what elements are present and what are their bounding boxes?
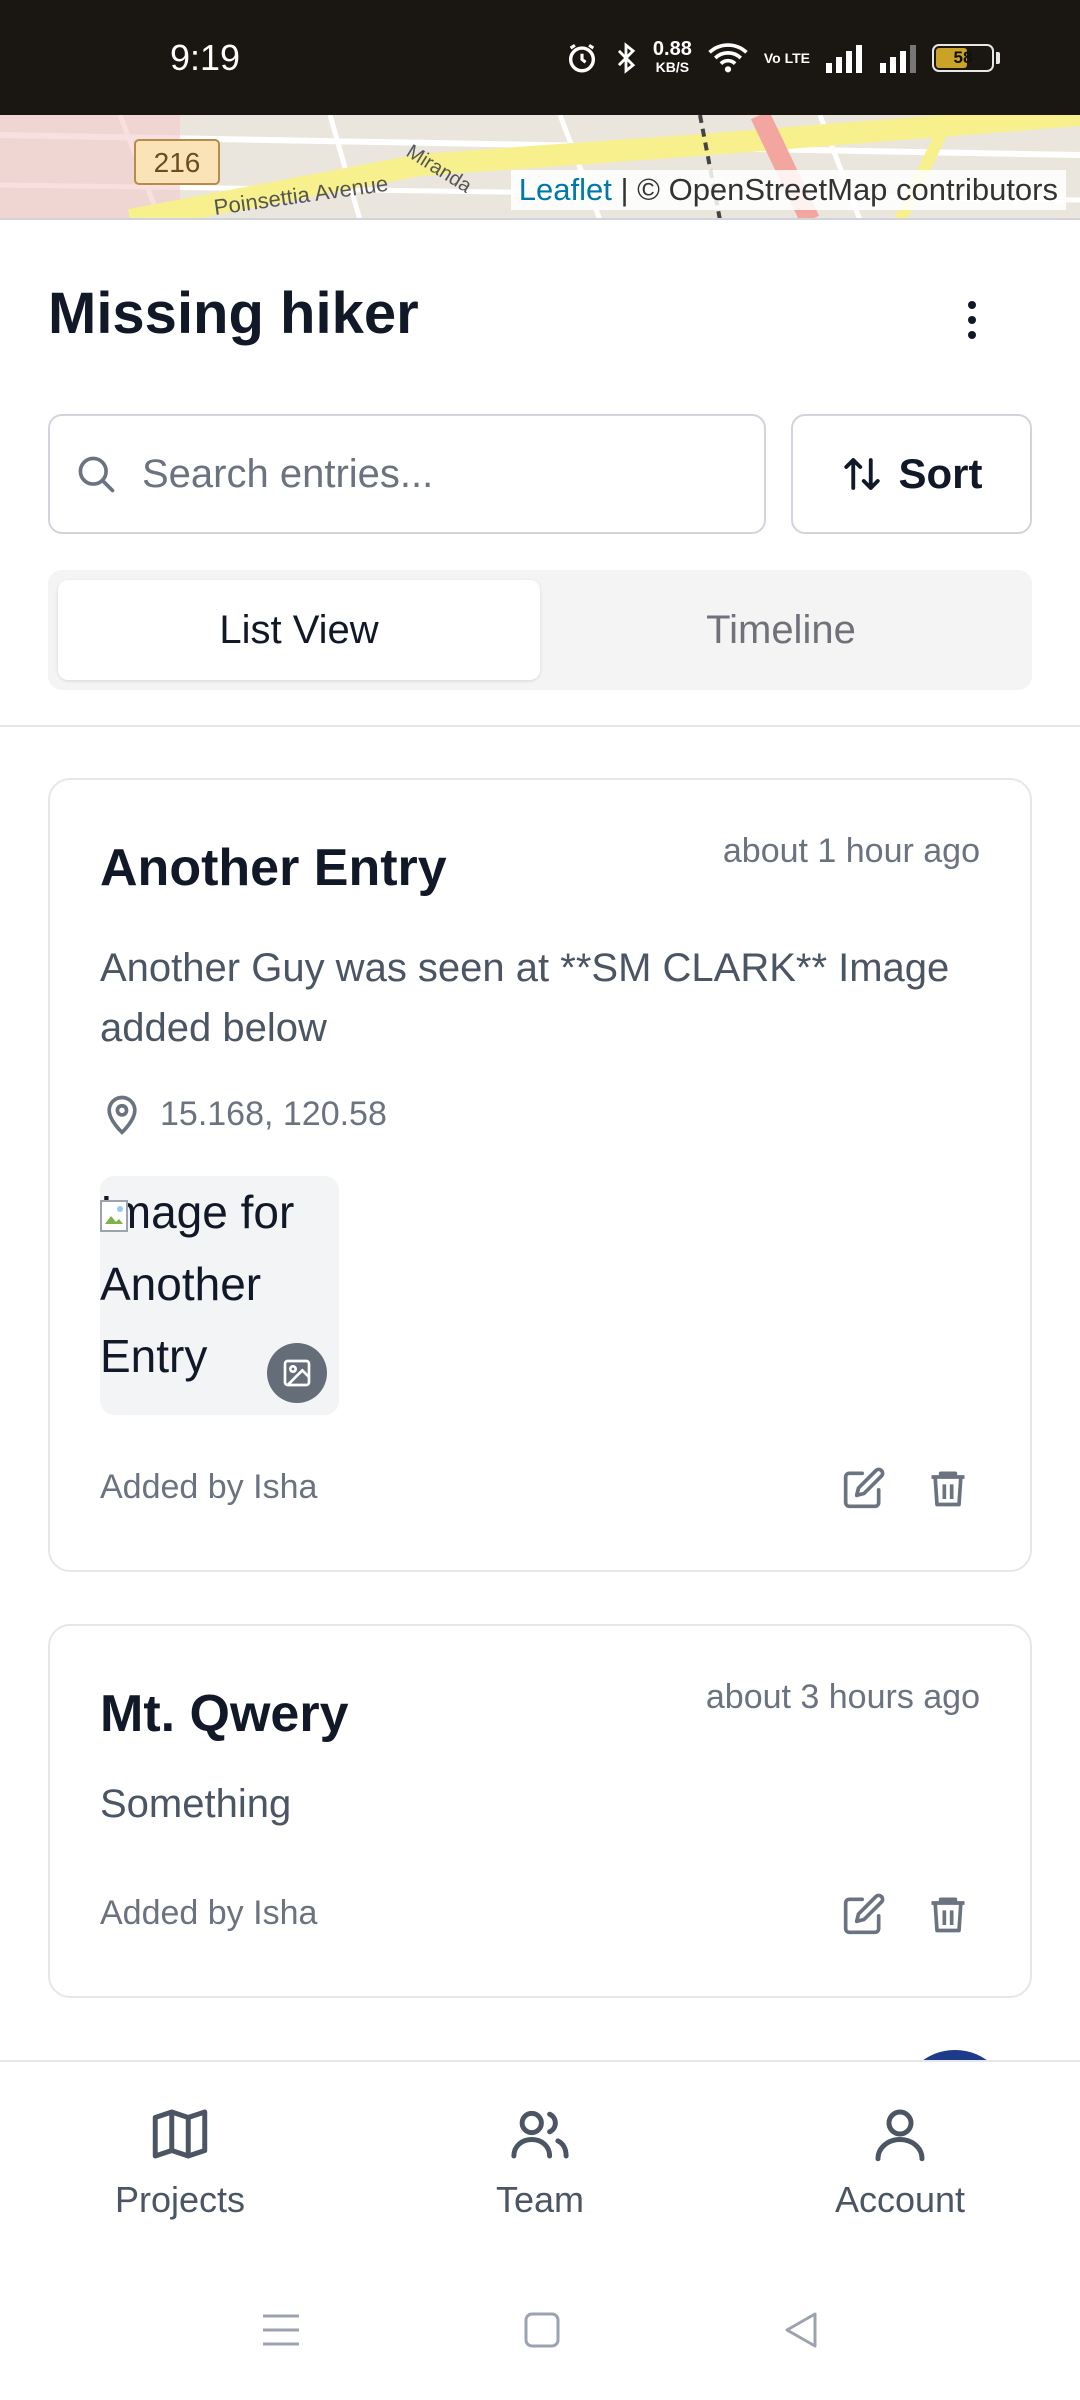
entry-title: Mt. Qwery	[100, 1685, 349, 1743]
entry-actions	[842, 1892, 970, 1936]
status-icons: 0.88 KB/S Vo LTE 58	[565, 37, 1000, 76]
volte-indicator: Vo LTE	[763, 49, 810, 66]
nav-item-account[interactable]: Account	[720, 2062, 1080, 2260]
signal-icon	[878, 43, 918, 73]
nav-label: Projects	[114, 2179, 246, 2220]
status-time: 9:19	[170, 36, 241, 78]
back-icon[interactable]	[781, 2310, 821, 2350]
system-navigation	[0, 2260, 1080, 2400]
status-bar: 9:19 0.88 KB/S Vo LTE 58	[0, 0, 1080, 115]
battery-nub	[996, 51, 1000, 64]
app-screen: 9:19 0.88 KB/S Vo LTE 58 216 Poinsettia …	[0, 0, 1080, 2400]
entry-actions	[842, 1466, 970, 1510]
trash-icon[interactable]	[926, 1892, 970, 1936]
nav-item-team[interactable]: Team	[360, 2062, 720, 2260]
entry-card[interactable]: Another Entry about 1 hour ago Another G…	[48, 778, 1032, 1572]
divider	[0, 725, 1080, 727]
entry-title: Another Entry	[100, 839, 447, 897]
network-speed-value: 0.88	[652, 37, 692, 60]
trash-icon[interactable]	[926, 1466, 970, 1510]
entry-timestamp: about 3 hours ago	[705, 1678, 980, 1716]
entry-coordinates: 15.168, 120.58	[160, 1094, 387, 1133]
entry-description: Another Guy was seen at **SM CLARK** Ima…	[100, 946, 950, 1050]
leaflet-link[interactable]: Leaflet	[519, 172, 612, 207]
user-icon	[875, 2109, 925, 2162]
image-icon	[267, 1343, 327, 1403]
signal-icon	[824, 43, 864, 73]
map-view[interactable]: 216 Poinsettia Avenue Miranda Leaflet | …	[0, 115, 1080, 220]
entry-timestamp: about 1 hour ago	[722, 832, 980, 870]
map-pin-icon	[100, 1092, 144, 1136]
bluetooth-icon	[613, 41, 639, 75]
entry-image[interactable]: Image for Another Entry	[100, 1176, 339, 1415]
network-speed: 0.88 KB/S	[652, 37, 692, 76]
wifi-icon	[706, 41, 750, 75]
nav-label: Account	[834, 2179, 966, 2220]
edit-icon[interactable]	[842, 1466, 886, 1510]
tab-timeline[interactable]: Timeline	[540, 580, 1022, 680]
entry-description: Something	[100, 1782, 292, 1826]
network-speed-unit: KB/S	[655, 58, 690, 75]
entry-author: Added by Isha	[100, 1894, 318, 1932]
entry-author: Added by Isha	[100, 1468, 318, 1506]
battery-icon: 58	[932, 43, 1000, 72]
alarm-icon	[565, 41, 599, 75]
sort-button[interactable]: Sort	[791, 414, 1032, 534]
menu-icon[interactable]	[259, 2310, 303, 2350]
entry-location: 15.168, 120.58	[100, 1092, 387, 1136]
edit-icon[interactable]	[842, 1892, 886, 1936]
entry-card[interactable]: Mt. Qwery about 3 hours ago Something Ad…	[48, 1624, 1032, 1998]
search-input[interactable]	[142, 451, 702, 497]
sort-label: Sort	[898, 450, 983, 497]
search-box[interactable]	[48, 414, 766, 534]
more-vertical-icon[interactable]	[952, 290, 992, 350]
nav-label: Team	[495, 2179, 585, 2220]
users-icon	[511, 2110, 569, 2159]
battery-level: 58	[953, 47, 973, 67]
route-shield: 216	[154, 147, 201, 178]
home-icon[interactable]	[522, 2310, 562, 2350]
battery-body: 58	[932, 43, 994, 72]
view-tabs: List View Timeline	[48, 570, 1032, 690]
map-attribution: Leaflet | © OpenStreetMap contributors	[510, 170, 1066, 210]
tab-list-view[interactable]: List View	[58, 580, 540, 680]
page-title: Missing hiker	[48, 281, 419, 346]
broken-image-icon	[100, 1180, 128, 1252]
bottom-navigation: Projects Team Account	[0, 2060, 1080, 2260]
sort-arrows-icon	[841, 453, 883, 495]
search-icon	[74, 452, 118, 496]
osm-attribution: | © OpenStreetMap contributors	[611, 172, 1058, 207]
map-icon	[152, 2109, 208, 2159]
nav-item-projects[interactable]: Projects	[0, 2062, 360, 2260]
